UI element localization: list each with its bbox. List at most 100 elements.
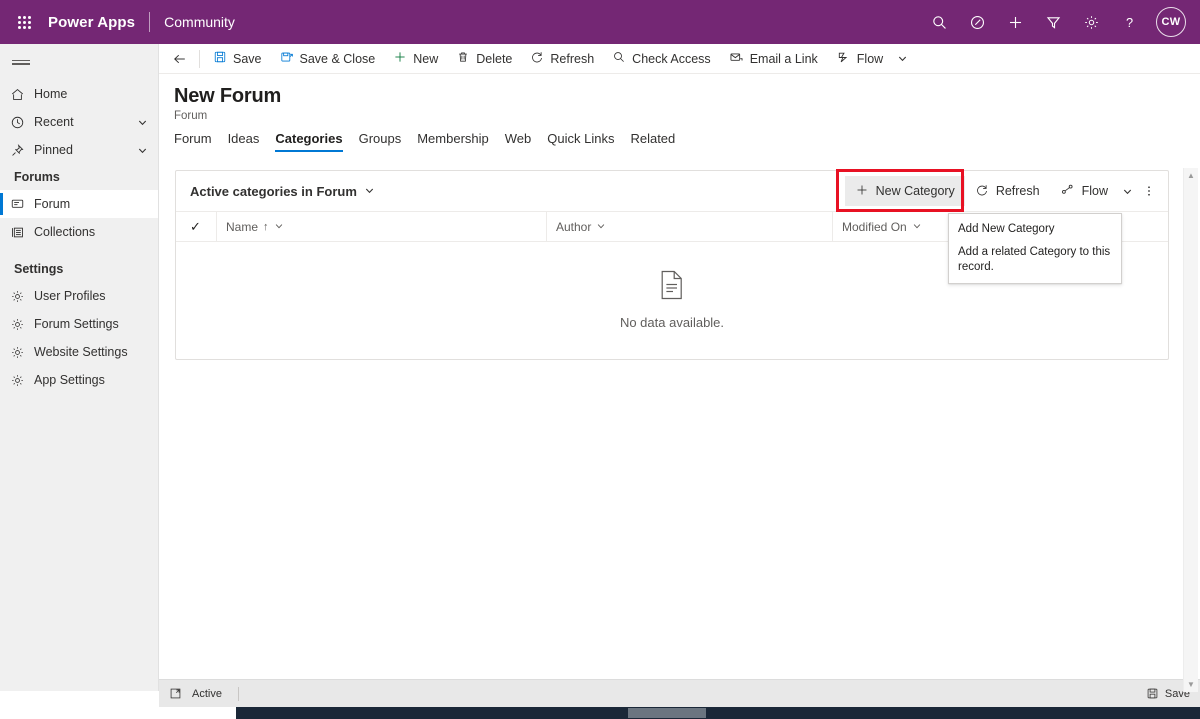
empty-state-message: No data available. — [619, 315, 725, 330]
sidebar-item-label: Forum — [34, 197, 71, 211]
subgrid-flow-button[interactable]: Flow — [1050, 176, 1118, 206]
sidebar-item-label: Collections — [34, 225, 96, 239]
email-a-link-button[interactable]: Email a Link — [720, 45, 827, 73]
chevron-down-icon — [364, 184, 375, 199]
view-selector-label: Active categories in Forum — [190, 183, 357, 199]
status-badge: Active — [192, 687, 222, 700]
subgrid-refresh-button[interactable]: Refresh — [965, 176, 1050, 206]
horizontal-scrollbar-track[interactable] — [236, 707, 1200, 719]
diagnostics-icon[interactable] — [958, 0, 996, 44]
save-icon — [1146, 687, 1159, 700]
search-icon[interactable] — [920, 0, 958, 44]
form-vertical-scrollbar[interactable]: ▲ ▼ — [1183, 168, 1198, 692]
new-button[interactable]: New — [384, 45, 447, 73]
chevron-down-icon[interactable] — [912, 220, 922, 234]
tab-ideas[interactable]: Ideas — [220, 131, 268, 152]
sidebar-item-label: Pinned — [34, 143, 73, 157]
collections-icon — [10, 225, 34, 240]
column-header-name[interactable]: Name ↑ — [216, 211, 546, 242]
sidebar-item-label: Website Settings — [34, 345, 128, 359]
horizontal-scrollbar-thumb[interactable] — [628, 708, 706, 718]
subgrid-header: Active categories in Forum New Category — [176, 171, 1168, 212]
avatar[interactable]: CW — [1156, 7, 1186, 37]
gear-icon — [10, 317, 34, 332]
tab-web[interactable]: Web — [497, 131, 540, 152]
save-close-icon — [280, 50, 294, 67]
footer-divider — [237, 686, 239, 701]
gear-icon[interactable] — [1072, 0, 1110, 44]
email-a-link-label: Email a Link — [749, 51, 818, 66]
sidebar-item-forum-settings[interactable]: Forum Settings — [0, 310, 158, 338]
column-header-label: Name — [226, 219, 259, 234]
flow-chevron-down-icon[interactable] — [892, 45, 912, 73]
clock-icon — [10, 115, 34, 130]
pin-icon — [10, 143, 34, 158]
scroll-up-icon[interactable]: ▲ — [1184, 168, 1198, 183]
help-icon[interactable]: ? — [1110, 0, 1148, 44]
page-title: New Forum — [174, 85, 282, 107]
save-icon — [213, 50, 227, 67]
flow-button[interactable]: Flow — [827, 45, 892, 73]
sidebar-item-app-settings[interactable]: App Settings — [0, 366, 158, 394]
sidebar-group-forums: Forums — [14, 170, 60, 184]
sort-ascending-icon: ↑ — [263, 220, 269, 233]
form-tabs: Forum Ideas Categories Groups Membership… — [174, 131, 683, 152]
scroll-down-icon[interactable]: ▼ — [1184, 677, 1198, 692]
column-header-author[interactable]: Author — [546, 211, 832, 242]
flow-button-label: Flow — [856, 51, 884, 66]
top-navigation-bar: Power Apps Community ? CW — [0, 0, 1200, 44]
flow-icon — [836, 50, 851, 68]
plus-icon[interactable] — [996, 0, 1034, 44]
refresh-icon — [530, 50, 544, 67]
app-launcher-button[interactable] — [0, 0, 48, 44]
chevron-down-icon[interactable] — [134, 145, 150, 156]
email-link-icon — [729, 50, 744, 68]
plus-icon — [393, 50, 407, 67]
subgrid-more-commands-icon[interactable] — [1136, 176, 1162, 206]
save-and-close-button[interactable]: Save & Close — [271, 45, 385, 73]
tab-membership[interactable]: Membership — [409, 131, 497, 152]
record-header: New Forum Forum Forum Ideas Categories G… — [159, 75, 1200, 160]
tab-quick-links[interactable]: Quick Links — [539, 131, 622, 152]
delete-button[interactable]: Delete — [447, 45, 521, 73]
brand-title[interactable]: Power Apps — [48, 14, 149, 31]
tab-categories[interactable]: Categories — [267, 131, 350, 152]
refresh-button[interactable]: Refresh — [521, 45, 603, 73]
waffle-icon — [17, 15, 31, 29]
sidebar-item-pinned[interactable]: Pinned — [0, 136, 158, 164]
window-bottom-strip — [0, 707, 1200, 719]
sidebar-item-home[interactable]: Home — [0, 80, 158, 108]
record-entity-label: Forum — [174, 110, 208, 122]
sidebar-item-collections[interactable]: Collections — [0, 218, 158, 246]
subgrid-flow-chevron-down-icon[interactable] — [1118, 176, 1136, 206]
sidebar-collapse-button[interactable] — [0, 44, 158, 80]
select-all-checkbox[interactable]: ✓ — [190, 219, 216, 235]
sidebar-group-settings: Settings — [14, 262, 64, 276]
tab-forum[interactable]: Forum — [174, 131, 220, 152]
sidebar-item-website-settings[interactable]: Website Settings — [0, 338, 158, 366]
filter-icon[interactable] — [1034, 0, 1072, 44]
sidebar-item-forum[interactable]: Forum — [0, 190, 158, 218]
chevron-down-icon[interactable] — [274, 220, 284, 234]
sidebar-item-user-profiles[interactable]: User Profiles — [0, 282, 158, 310]
sidebar-item-label: Recent — [34, 115, 74, 129]
back-button[interactable] — [165, 45, 195, 73]
tab-related[interactable]: Related — [622, 131, 683, 152]
save-and-close-label: Save & Close — [299, 51, 376, 66]
save-button-label: Save — [233, 51, 262, 66]
forum-icon — [10, 197, 34, 212]
tab-groups[interactable]: Groups — [351, 131, 410, 152]
app-name-label[interactable]: Community — [150, 14, 235, 30]
new-category-tooltip: Add New Category Add a related Category … — [948, 213, 1122, 284]
chevron-down-icon[interactable] — [134, 117, 150, 128]
plus-icon — [855, 183, 869, 200]
save-button[interactable]: Save — [204, 45, 271, 73]
chevron-down-icon[interactable] — [596, 220, 606, 234]
sidebar-item-recent[interactable]: Recent — [0, 108, 158, 136]
refresh-icon — [975, 183, 989, 200]
gear-icon — [10, 373, 34, 388]
view-selector[interactable]: Active categories in Forum — [190, 184, 375, 199]
expand-icon[interactable] — [169, 687, 182, 700]
new-category-button[interactable]: New Category — [844, 176, 965, 206]
check-access-button[interactable]: Check Access — [603, 45, 720, 73]
